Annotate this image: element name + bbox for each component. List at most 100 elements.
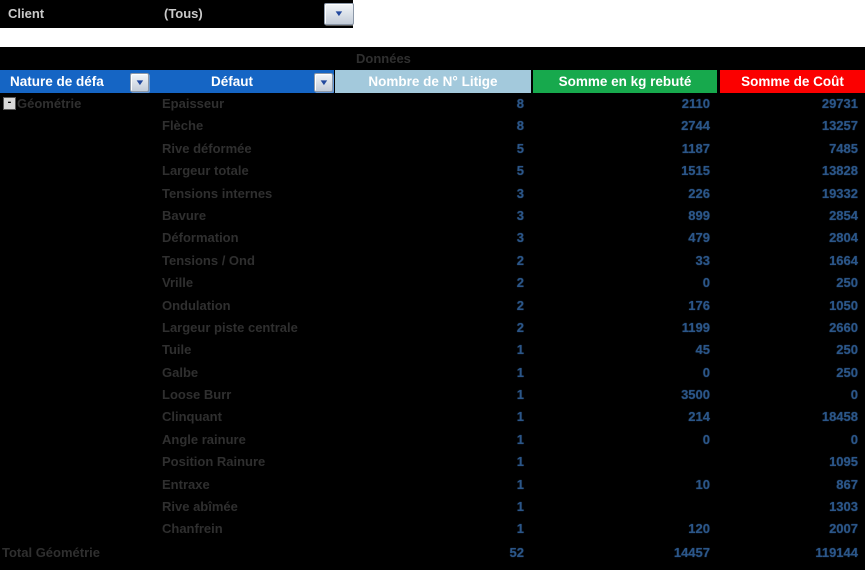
cell-cout: 2007 (829, 521, 858, 537)
cell-kg-rebute: 899 (688, 207, 710, 223)
pivot-header-row: Nature de défa ▼ Défaut ▼ Nombre de N° L… (0, 70, 865, 93)
cell-cout: 0 (850, 431, 858, 447)
cell-defaut: Tuile (162, 342, 192, 358)
cell-defaut: Rive déformée (162, 140, 252, 156)
table-row: Flèche 8 2744 13257 (0, 115, 865, 137)
cell-cout: 19332 (821, 185, 858, 201)
cell-kg-rebute (533, 451, 710, 473)
total-row: Total Géométrie 52 14457 119144 (0, 542, 865, 564)
defaut-filter-dropdown-button[interactable]: ▼ (314, 73, 333, 92)
total-cout: 119144 (815, 545, 858, 560)
cell-nombre-litige: 5 (516, 140, 524, 156)
cell-kg-rebute: 0 (702, 275, 710, 291)
cell-defaut: Déformation (162, 230, 239, 246)
cell-nombre-litige: 1 (516, 431, 524, 447)
cell-defaut: Flèche (162, 118, 204, 134)
cell-defaut: Chanfrein (162, 521, 223, 537)
cell-cout: 250 (836, 275, 858, 291)
cell-kg-rebute: 45 (695, 342, 710, 358)
table-row: Largeur totale 5 1515 13828 (0, 160, 865, 182)
cell-defaut: Entraxe (162, 476, 210, 492)
cell-nombre-litige: 1 (516, 409, 524, 425)
cell-defaut: Tensions internes (162, 185, 273, 201)
cell-defaut: Epaisseur (162, 96, 225, 111)
cell-cout: 2804 (829, 230, 858, 246)
table-row: Entraxe 1 10 867 (0, 474, 865, 496)
pivot-table-sheet: Client (Tous) ▼ Données Nature de défa ▼… (0, 0, 865, 570)
cell-kg-rebute: 2744 (681, 118, 710, 134)
cell-cout: 7485 (829, 140, 858, 156)
cell-nombre-litige: 8 (516, 96, 524, 111)
table-row: Epaisseur 8 2110 29731 (0, 93, 865, 115)
cell-nombre-litige: 2 (516, 275, 524, 291)
row-field-headers: Nature de défa ▼ Défaut ▼ (0, 70, 334, 93)
client-filter-dropdown-button[interactable]: ▼ (324, 3, 354, 25)
pivot-rows: Epaisseur 8 2110 29731 Flèche 8 2744 132… (0, 93, 865, 541)
cell-defaut: Angle rainure (162, 431, 246, 447)
client-filter-value: (Tous) (164, 6, 203, 21)
table-row: Position Rainure 1 1095 (0, 451, 865, 473)
cell-kg-rebute: 2110 (681, 96, 710, 111)
column-header-defaut[interactable]: Défaut (150, 70, 314, 93)
cell-kg-rebute: 1515 (681, 163, 710, 179)
table-row: Déformation 3 479 2804 (0, 227, 865, 249)
cell-kg-rebute: 3500 (681, 387, 710, 403)
table-row: Loose Burr 1 3500 0 (0, 384, 865, 406)
cell-defaut: Largeur piste centrale (162, 319, 298, 335)
column-header-cout: Somme de Coût (720, 70, 865, 93)
cell-cout: 13257 (821, 118, 858, 134)
cell-nombre-litige: 2 (516, 252, 524, 268)
column-header-nature[interactable]: Nature de défa (10, 70, 130, 93)
cell-kg-rebute: 1187 (681, 140, 710, 156)
cell-nombre-litige: 5 (516, 163, 524, 179)
cell-cout: 1303 (829, 499, 858, 515)
cell-nombre-litige: 8 (516, 118, 524, 134)
total-kg-rebute: 14457 (673, 545, 710, 560)
cell-cout: 2660 (829, 319, 858, 335)
cell-nombre-litige: 3 (516, 185, 524, 201)
cell-nombre-litige: 1 (516, 521, 524, 537)
cell-defaut: Loose Burr (162, 387, 232, 403)
cell-cout: 29731 (821, 96, 858, 111)
table-row: Largeur piste centrale 2 1199 2660 (0, 317, 865, 339)
cell-kg-rebute: 0 (702, 431, 710, 447)
cell-nombre-litige: 1 (516, 364, 524, 380)
table-row: Tuile 1 45 250 (0, 339, 865, 361)
table-row: Bavure 3 899 2854 (0, 205, 865, 227)
total-row-label: Total Géométrie (2, 545, 101, 560)
cell-cout: 867 (836, 476, 858, 492)
cell-nombre-litige: 3 (516, 230, 524, 246)
cell-nombre-litige: 2 (516, 297, 524, 313)
cell-defaut: Galbe (162, 364, 199, 380)
cell-defaut: Vrille (162, 275, 194, 291)
table-row: Tensions internes 3 226 19332 (0, 183, 865, 205)
nature-filter-dropdown-button[interactable]: ▼ (130, 73, 149, 92)
table-row: Chanfrein 1 120 2007 (0, 518, 865, 540)
cell-nombre-litige: 1 (516, 476, 524, 492)
cell-cout: 250 (836, 364, 858, 380)
cell-kg-rebute: 0 (702, 364, 710, 380)
table-row: Angle rainure 1 0 0 (0, 429, 865, 451)
table-row: Vrille 2 0 250 (0, 272, 865, 294)
cell-defaut: Clinquant (162, 409, 222, 425)
cell-nombre-litige: 1 (516, 342, 524, 358)
cell-defaut: Position Rainure (162, 454, 266, 470)
cell-kg-rebute: 479 (688, 230, 710, 246)
empty-row (0, 28, 865, 47)
table-row: Rive abîmée 1 1303 (0, 496, 865, 518)
cell-cout: 250 (836, 342, 858, 358)
cell-cout: 1664 (829, 252, 858, 268)
cell-defaut: Largeur totale (162, 163, 249, 179)
cell-nombre-litige: 1 (516, 387, 524, 403)
client-filter-label: Client (8, 6, 45, 21)
table-row: Clinquant 1 214 18458 (0, 406, 865, 428)
cell-nombre-litige: 3 (516, 207, 524, 223)
cell-cout: 13828 (821, 163, 858, 179)
cell-kg-rebute: 176 (688, 297, 710, 313)
table-row: Tensions / Ond 2 33 1664 (0, 250, 865, 272)
cell-nombre-litige: 1 (516, 499, 524, 515)
cell-cout: 1050 (829, 297, 858, 313)
chevron-down-icon: ▼ (333, 9, 345, 18)
cell-kg-rebute: 214 (688, 409, 710, 425)
cell-defaut: Rive abîmée (162, 499, 238, 515)
